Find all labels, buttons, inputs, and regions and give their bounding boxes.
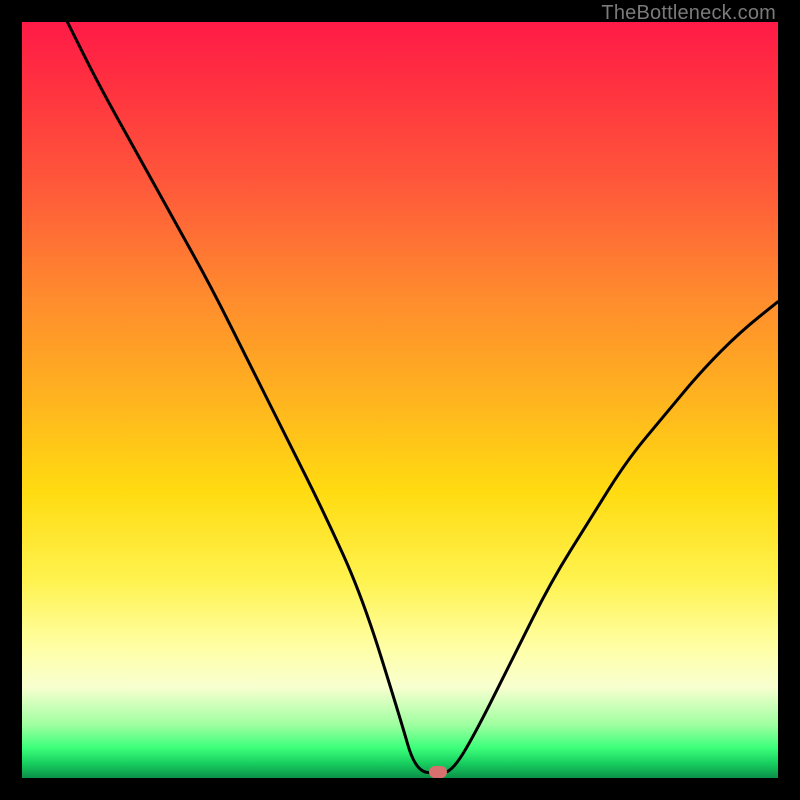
bottleneck-curve	[22, 22, 778, 778]
optimum-marker	[429, 766, 447, 778]
watermark-text: TheBottleneck.com	[601, 2, 776, 25]
chart-frame: TheBottleneck.com	[0, 0, 800, 800]
curve-path	[67, 22, 778, 773]
